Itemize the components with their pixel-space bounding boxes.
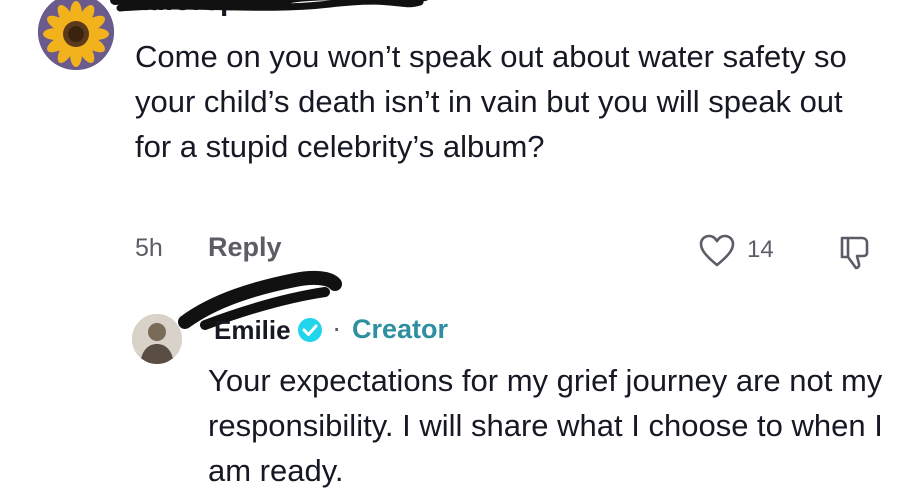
commenter-avatar[interactable] <box>38 0 114 70</box>
like-count: 14 <box>747 236 774 263</box>
comment-timestamp: 5h <box>135 234 163 262</box>
creator-badge: Creator <box>352 314 449 344</box>
creator-username[interactable]: Emilie <box>214 315 291 346</box>
separator-dot: · <box>332 312 342 343</box>
comment-text: Come on you won’t speak out about water … <box>135 39 847 164</box>
sunflower-avatar-icon <box>38 0 114 70</box>
reply-text: Your expectations for my grief journey a… <box>208 363 883 488</box>
thumbs-down-icon[interactable] <box>836 233 872 271</box>
reply-button[interactable]: Reply <box>208 232 282 263</box>
redaction-scribble <box>110 0 428 12</box>
heart-icon[interactable] <box>698 233 736 269</box>
verified-check-icon <box>298 318 322 342</box>
